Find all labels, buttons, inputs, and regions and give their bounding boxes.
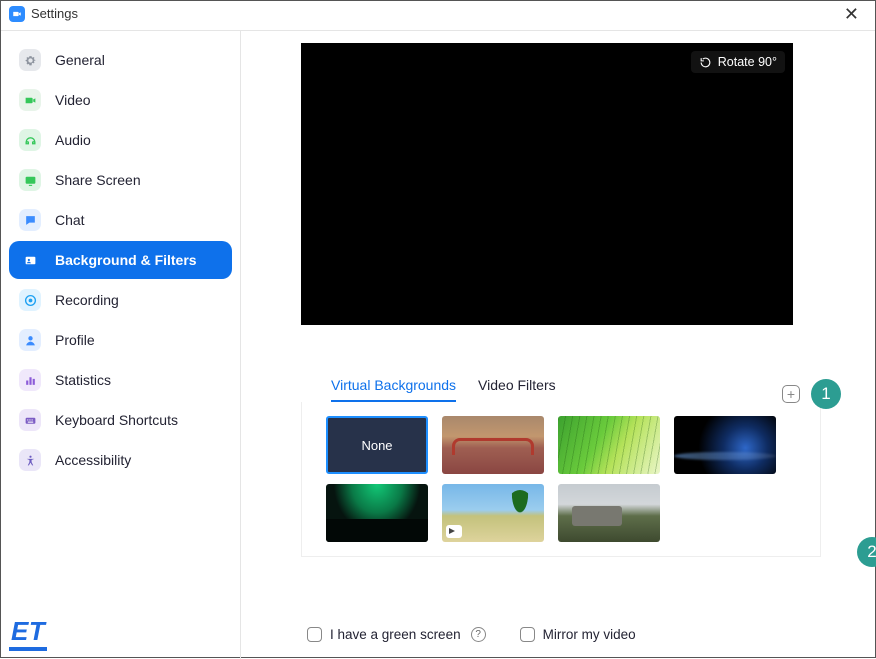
profile-card-icon bbox=[19, 249, 41, 271]
person-icon bbox=[19, 329, 41, 351]
background-goldengate[interactable] bbox=[442, 416, 544, 474]
sidebar-item-video[interactable]: Video bbox=[9, 81, 232, 119]
sidebar-item-chat[interactable]: Chat bbox=[9, 201, 232, 239]
rotate-label: Rotate 90° bbox=[718, 55, 777, 69]
sidebar-item-label: Chat bbox=[55, 212, 85, 228]
sidebar-item-label: Statistics bbox=[55, 372, 111, 388]
close-button[interactable]: ✕ bbox=[838, 5, 865, 23]
background-grid: None bbox=[301, 402, 821, 557]
annotation-callout-1: 1 bbox=[811, 379, 841, 409]
background-aurora[interactable] bbox=[326, 484, 428, 542]
mirror-label: Mirror my video bbox=[543, 627, 636, 642]
background-earth[interactable] bbox=[674, 416, 776, 474]
sidebar-item-general[interactable]: General bbox=[9, 41, 232, 79]
titlebar-left: Settings bbox=[9, 6, 78, 22]
annotation-callout-2: 2 bbox=[857, 537, 876, 567]
sidebar-item-label: Audio bbox=[55, 132, 91, 148]
tab-virtual-backgrounds[interactable]: Virtual Backgrounds bbox=[331, 373, 456, 402]
brand-watermark: ET bbox=[9, 616, 47, 651]
background-beach[interactable] bbox=[442, 484, 544, 542]
green-screen-checkbox[interactable]: I have a green screen ? bbox=[307, 627, 486, 642]
main-panel: Rotate 90° Virtual Backgrounds Video Fil… bbox=[241, 31, 875, 659]
sidebar-item-label: Background & Filters bbox=[55, 252, 197, 268]
rotate-90-button[interactable]: Rotate 90° bbox=[691, 51, 785, 73]
tab-video-filters[interactable]: Video Filters bbox=[478, 373, 556, 402]
record-icon bbox=[19, 289, 41, 311]
stats-icon bbox=[19, 369, 41, 391]
background-grass[interactable] bbox=[558, 416, 660, 474]
camera-icon bbox=[19, 89, 41, 111]
sidebar-item-label: Share Screen bbox=[55, 172, 141, 188]
sidebar-item-label: Recording bbox=[55, 292, 119, 308]
sidebar-item-label: Accessibility bbox=[55, 452, 131, 468]
sidebar-item-accessibility[interactable]: Accessibility bbox=[9, 441, 232, 479]
video-badge-icon bbox=[330, 525, 346, 538]
settings-sidebar: General Video Audio Share Screen Chat Backgro… bbox=[1, 31, 241, 659]
checkbox-icon bbox=[520, 627, 535, 642]
sidebar-item-recording[interactable]: Recording bbox=[9, 281, 232, 319]
titlebar: Settings ✕ bbox=[1, 1, 875, 31]
green-screen-label: I have a green screen bbox=[330, 627, 461, 642]
add-background-button[interactable]: + bbox=[782, 385, 800, 403]
keyboard-icon bbox=[19, 409, 41, 431]
content-area: General Video Audio Share Screen Chat Backgro… bbox=[1, 31, 875, 659]
sidebar-item-label: Profile bbox=[55, 332, 95, 348]
sidebar-item-label: Keyboard Shortcuts bbox=[55, 412, 178, 428]
help-icon[interactable]: ? bbox=[471, 627, 486, 642]
checkbox-icon bbox=[307, 627, 322, 642]
background-none[interactable]: None bbox=[326, 416, 428, 474]
video-badge-icon bbox=[446, 525, 462, 538]
video-preview: Rotate 90° bbox=[301, 43, 793, 325]
accessibility-icon bbox=[19, 449, 41, 471]
screen-icon bbox=[19, 169, 41, 191]
background-hill[interactable] bbox=[558, 484, 660, 542]
footer-options: I have a green screen ? Mirror my video bbox=[307, 627, 845, 642]
zoom-app-icon bbox=[9, 6, 25, 22]
window-title: Settings bbox=[31, 6, 78, 21]
sidebar-item-label: Video bbox=[55, 92, 91, 108]
sidebar-item-keyboard-shortcuts[interactable]: Keyboard Shortcuts bbox=[9, 401, 232, 439]
mirror-video-checkbox[interactable]: Mirror my video bbox=[520, 627, 636, 642]
sidebar-item-statistics[interactable]: Statistics bbox=[9, 361, 232, 399]
sidebar-item-profile[interactable]: Profile bbox=[9, 321, 232, 359]
sidebar-item-audio[interactable]: Audio bbox=[9, 121, 232, 159]
sidebar-item-label: General bbox=[55, 52, 105, 68]
chat-icon bbox=[19, 209, 41, 231]
sidebar-item-share-screen[interactable]: Share Screen bbox=[9, 161, 232, 199]
gear-icon bbox=[19, 49, 41, 71]
audio-icon bbox=[19, 129, 41, 151]
sidebar-item-background-filters[interactable]: Background & Filters bbox=[9, 241, 232, 279]
background-tabs: Virtual Backgrounds Video Filters bbox=[331, 373, 845, 402]
rotate-icon bbox=[699, 56, 712, 69]
